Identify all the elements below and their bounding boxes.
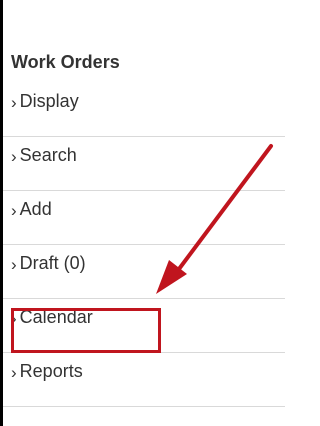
chevron-right-icon: › (11, 362, 17, 382)
menu-item-label: Search (19, 145, 77, 165)
section-title: Work Orders (11, 52, 120, 72)
menu-item-label: Add (19, 199, 52, 219)
chevron-right-icon: › (11, 200, 17, 220)
menu-item-label: Calendar (19, 307, 93, 327)
chevron-right-icon: › (11, 254, 17, 274)
menu-item-label: Display (19, 91, 79, 111)
menu-item-label: Draft (0) (19, 253, 86, 273)
menu-item-add[interactable]: › Add (3, 191, 285, 245)
chevron-right-icon: › (11, 308, 17, 328)
menu-item-label: Reports (19, 361, 83, 381)
chevron-right-icon: › (11, 92, 17, 112)
menu-item-calendar[interactable]: › Calendar (3, 299, 285, 353)
chevron-right-icon: › (11, 146, 17, 166)
menu-item-search[interactable]: › Search (3, 137, 285, 191)
menu-item-draft[interactable]: › Draft (0) (3, 245, 285, 299)
menu-item-display[interactable]: › Display (3, 83, 285, 137)
menu-item-reports[interactable]: › Reports (3, 353, 285, 407)
work-orders-menu: › Display › Search › Add › Draft (0) › C… (3, 83, 285, 407)
